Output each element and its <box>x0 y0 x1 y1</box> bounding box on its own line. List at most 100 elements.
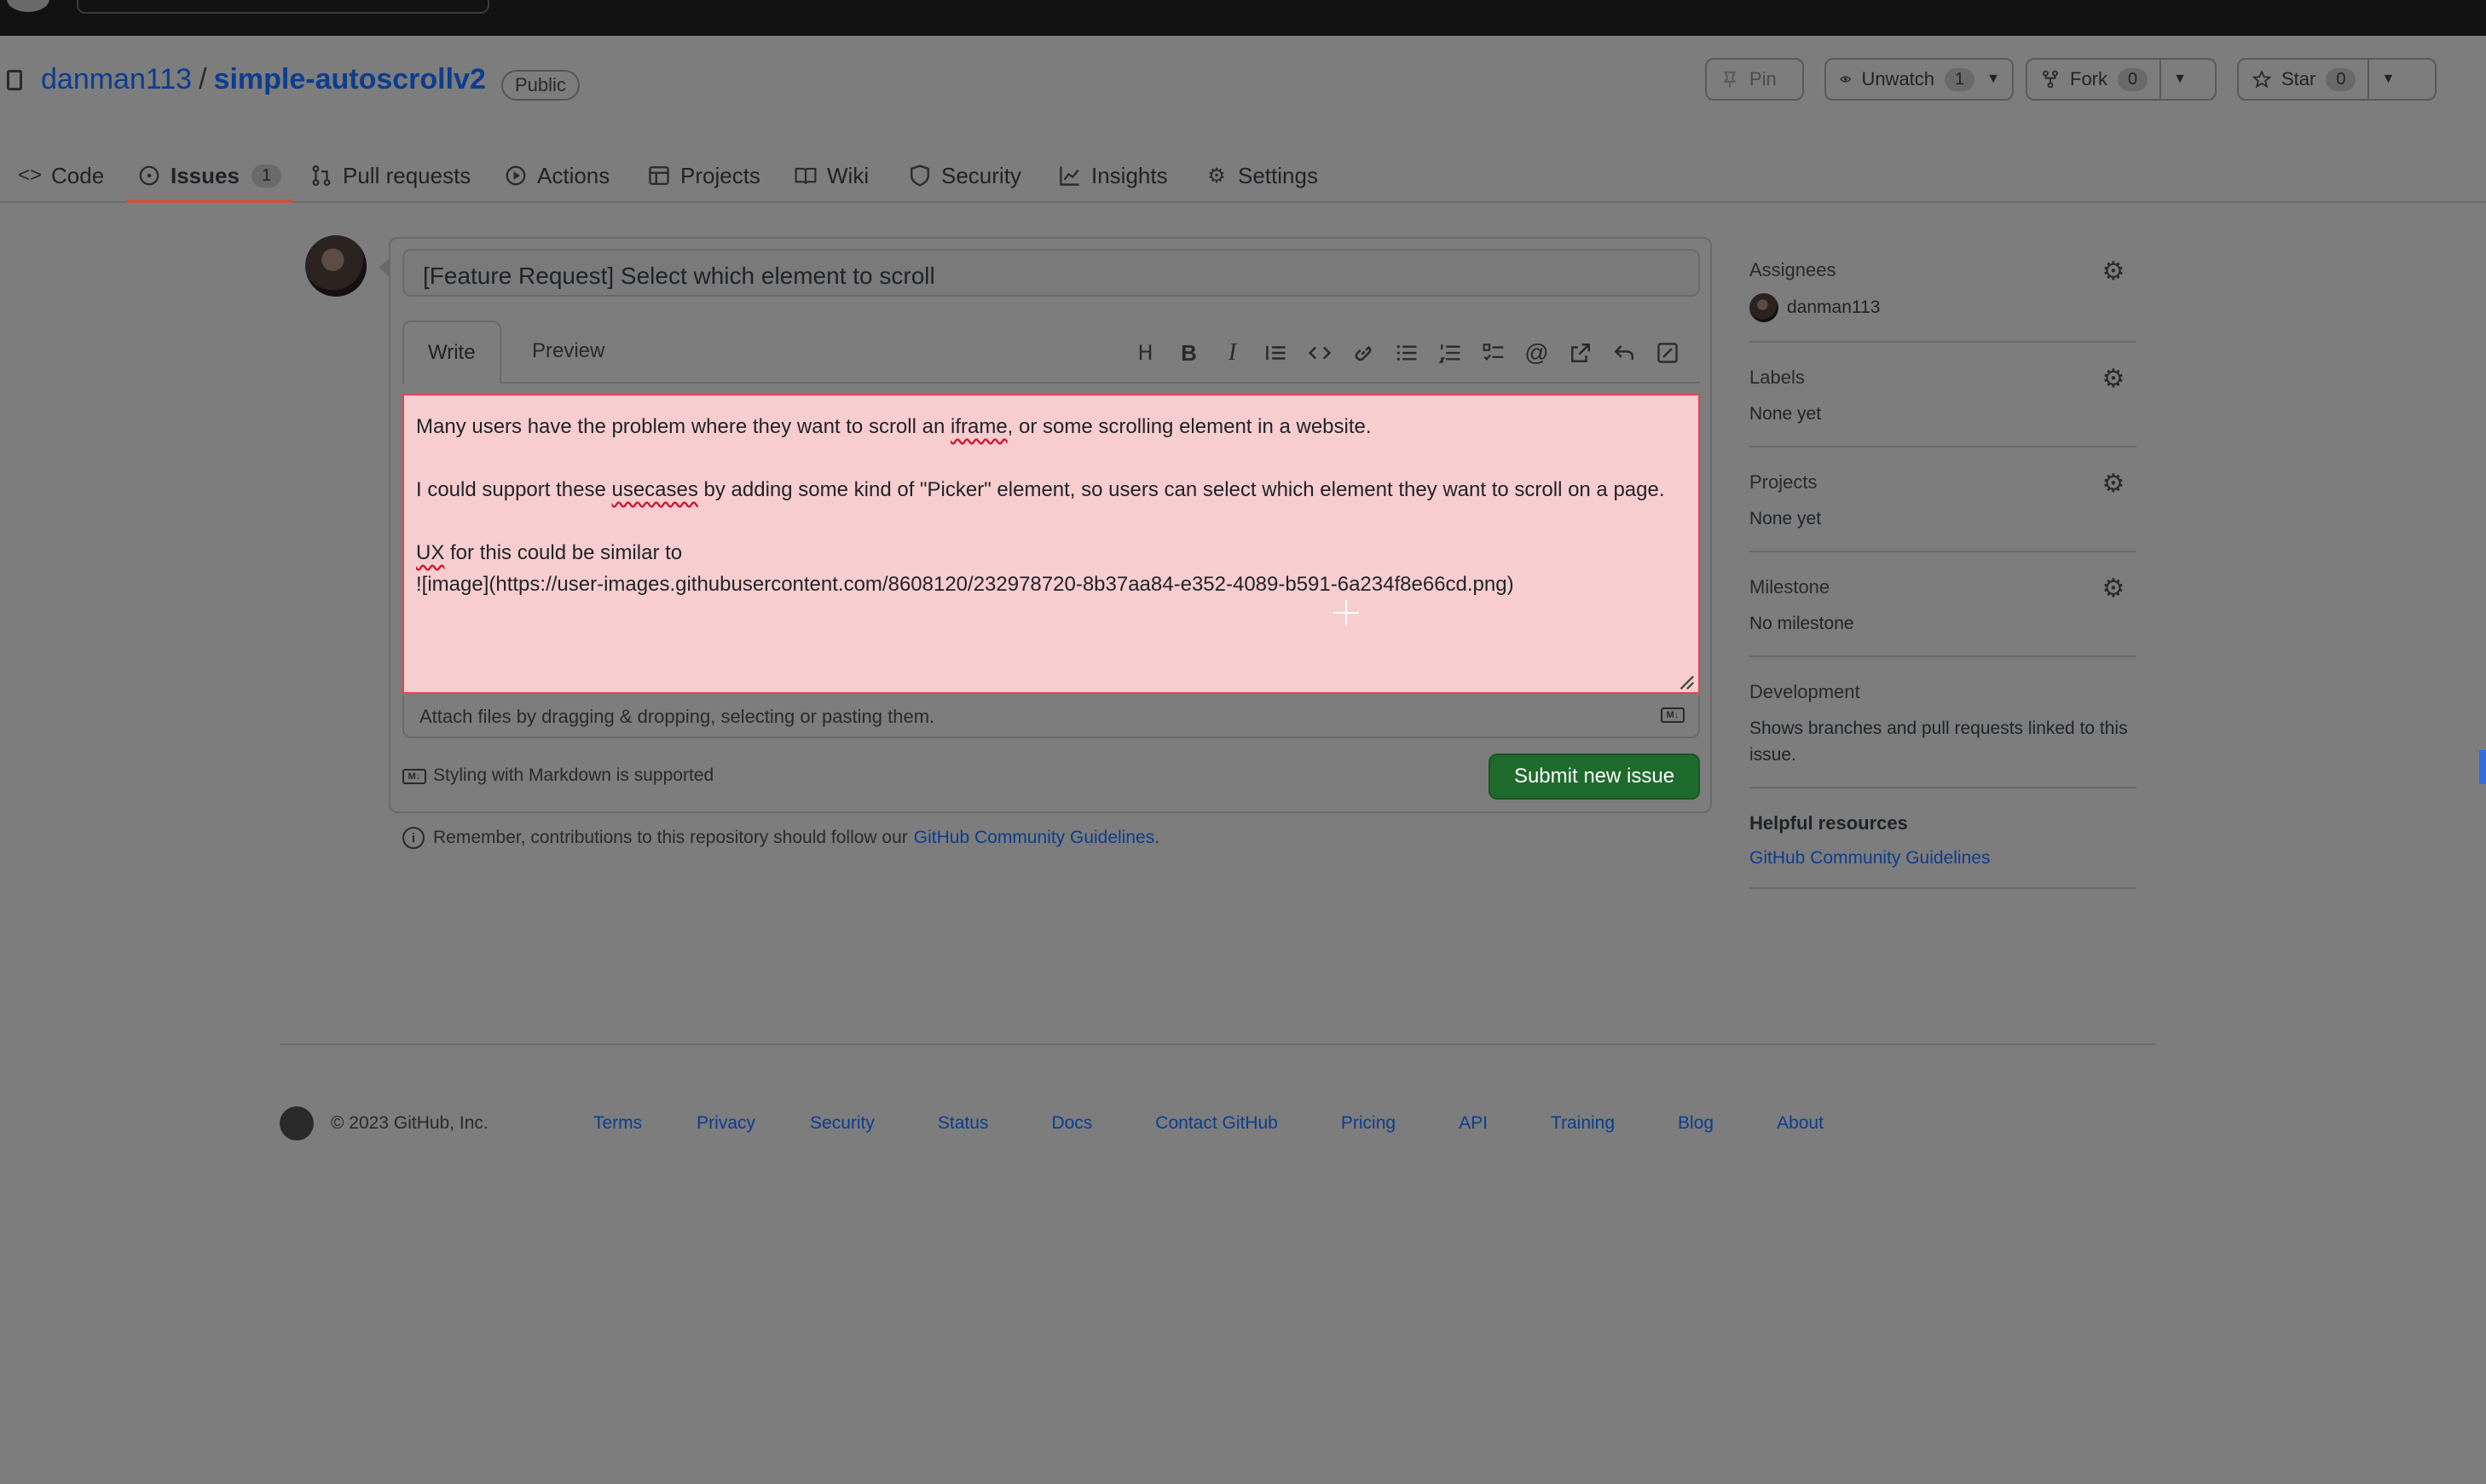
tab-pull-requests[interactable]: Pull requests <box>310 150 471 201</box>
development-value: Shows branches and pull requests linked … <box>1749 719 2128 765</box>
ordered-list-icon[interactable] <box>1428 336 1471 370</box>
tab-issues[interactable]: Issues 1 <box>125 150 294 203</box>
star-label[interactable]: Star <box>2281 68 2315 90</box>
search-input[interactable] <box>77 0 489 14</box>
github-logo-icon[interactable] <box>7 0 49 12</box>
markdown-toolbar: H B I @ <box>1124 336 1689 370</box>
italic-icon[interactable]: I <box>1211 336 1254 370</box>
milestone-section: Milestone ⚙ No milestone <box>1749 573 2136 657</box>
scrollbar-marker[interactable] <box>2479 750 2486 784</box>
resize-handle-icon[interactable] <box>1676 672 1695 690</box>
attach-files-text: Attach files by dragging & dropping, sel… <box>419 706 935 727</box>
assignees-gear-icon[interactable]: ⚙ <box>2101 259 2126 285</box>
code-icon: <> <box>17 164 43 187</box>
pin-icon <box>1723 71 1737 88</box>
repo-name-link[interactable]: simple-autoscrollv2 <box>214 63 486 95</box>
link-icon[interactable] <box>1341 336 1385 370</box>
footer-link-blog[interactable]: Blog <box>1678 1113 1714 1134</box>
tab-security[interactable]: Security <box>909 150 1021 201</box>
reply-icon[interactable] <box>1602 336 1645 370</box>
footer-link-docs[interactable]: Docs <box>1051 1113 1092 1134</box>
footer-link-training[interactable]: Training <box>1551 1113 1615 1134</box>
submit-new-issue-button[interactable]: Submit new issue <box>1489 754 1700 800</box>
quote-icon[interactable] <box>1254 336 1298 370</box>
bold-icon[interactable]: B <box>1167 336 1211 370</box>
markdown-supported-note[interactable]: Styling with Markdown is supported <box>433 765 714 786</box>
repo-owner-link[interactable]: danman113 <box>41 63 192 95</box>
attach-files-bar[interactable]: Attach files by dragging & dropping, sel… <box>402 696 1700 738</box>
tab-settings-label: Settings <box>1238 162 1318 188</box>
labels-title: Labels <box>1749 367 1805 388</box>
tab-insights[interactable]: Insights <box>1059 150 1168 201</box>
pull-request-icon <box>310 165 332 187</box>
body-text-misspelled: usecases <box>611 478 698 501</box>
unwatch-label: Unwatch <box>1861 68 1935 90</box>
footer-link-contact[interactable]: Contact GitHub <box>1155 1113 1278 1134</box>
pin-button[interactable]: Pin <box>1705 58 1804 101</box>
helpful-resources-section: Helpful resources GitHub Community Guide… <box>1749 809 2136 889</box>
footer-link-terms[interactable]: Terms <box>593 1113 642 1134</box>
markdown-icon: M↓ <box>402 769 426 784</box>
star-icon <box>2252 70 2271 89</box>
projects-gear-icon[interactable]: ⚙ <box>2101 471 2126 497</box>
gear-icon: ⚙ <box>1207 164 1226 188</box>
tab-issues-label: Issues <box>171 162 240 188</box>
tab-write[interactable]: Write <box>402 320 501 384</box>
issues-count: 1 <box>251 164 282 188</box>
milestone-value: No milestone <box>1749 614 1854 633</box>
tab-projects[interactable]: Projects <box>648 150 760 201</box>
assignee-item[interactable]: danman113 <box>1749 293 2136 322</box>
fork-label[interactable]: Fork <box>2070 68 2107 90</box>
body-text-misspelled: iframe <box>950 415 1008 438</box>
avatar <box>1749 293 1778 322</box>
footer-link-security[interactable]: Security <box>810 1113 875 1134</box>
tab-wiki-label: Wiki <box>827 162 870 188</box>
issue-title-input[interactable]: [Feature Request] Select which element t… <box>402 249 1700 297</box>
tab-actions[interactable]: Actions <box>505 150 610 201</box>
heading-icon[interactable]: H <box>1124 336 1167 370</box>
community-guidelines-link[interactable]: GitHub Community Guidelines <box>914 828 1154 848</box>
labels-section: Labels ⚙ None yet <box>1749 363 2136 448</box>
issue-icon <box>138 165 160 187</box>
fork-button-group: Fork 0 ▼ <box>2026 58 2217 101</box>
body-text: , or some scrolling element in a website… <box>1007 415 1372 438</box>
eye-icon <box>1840 76 1852 83</box>
top-navbar <box>0 0 2486 36</box>
cross-reference-icon[interactable] <box>1558 336 1602 370</box>
info-icon: i <box>402 827 425 849</box>
body-line-4: ![image](https://user-images.githubuserc… <box>416 573 1514 596</box>
pin-label: Pin <box>1749 68 1777 90</box>
unordered-list-icon[interactable] <box>1385 336 1428 370</box>
footer-link-privacy[interactable]: Privacy <box>697 1113 755 1134</box>
star-chevron-down-icon[interactable]: ▼ <box>2381 72 2395 87</box>
fork-chevron-down-icon[interactable]: ▼ <box>2173 72 2187 87</box>
mention-icon[interactable]: @ <box>1515 336 1558 370</box>
body-text-misspelled: UX <box>416 541 445 564</box>
tab-insights-label: Insights <box>1091 162 1168 188</box>
repo-icon <box>7 70 22 90</box>
github-logo-icon[interactable] <box>280 1106 314 1140</box>
tab-wiki[interactable]: Wiki <box>795 150 869 201</box>
footer-link-about[interactable]: About <box>1777 1113 1824 1134</box>
footer-links: Terms Privacy Security Status Docs Conta… <box>593 1113 1824 1134</box>
footer-link-pricing[interactable]: Pricing <box>1341 1113 1396 1134</box>
footer-link-api[interactable]: API <box>1459 1113 1488 1134</box>
milestone-gear-icon[interactable]: ⚙ <box>2101 576 2126 602</box>
body-line-1: Many users have the problem where they w… <box>416 411 1686 442</box>
chevron-down-icon[interactable]: ▼ <box>1986 72 2000 87</box>
issue-body-textarea[interactable]: Many users have the problem where they w… <box>402 394 1700 694</box>
community-guidelines-link[interactable]: GitHub Community Guidelines <box>1749 848 2136 869</box>
tab-projects-label: Projects <box>680 162 760 188</box>
unwatch-button[interactable]: Unwatch 1 ▼ <box>1824 58 2014 101</box>
avatar[interactable] <box>305 235 367 297</box>
code-icon[interactable] <box>1298 336 1341 370</box>
fullscreen-edit-icon[interactable] <box>1645 336 1689 370</box>
tab-settings[interactable]: ⚙ Settings <box>1205 150 1318 201</box>
labels-gear-icon[interactable]: ⚙ <box>2101 367 2126 392</box>
tab-code[interactable]: <> Code <box>17 150 104 201</box>
footer-link-status[interactable]: Status <box>938 1113 989 1134</box>
task-list-icon[interactable] <box>1471 336 1515 370</box>
milestone-title: Milestone <box>1749 576 1830 598</box>
body-text: by adding some kind of "Picker" element,… <box>697 478 1665 501</box>
tab-preview[interactable]: Preview <box>508 320 628 382</box>
